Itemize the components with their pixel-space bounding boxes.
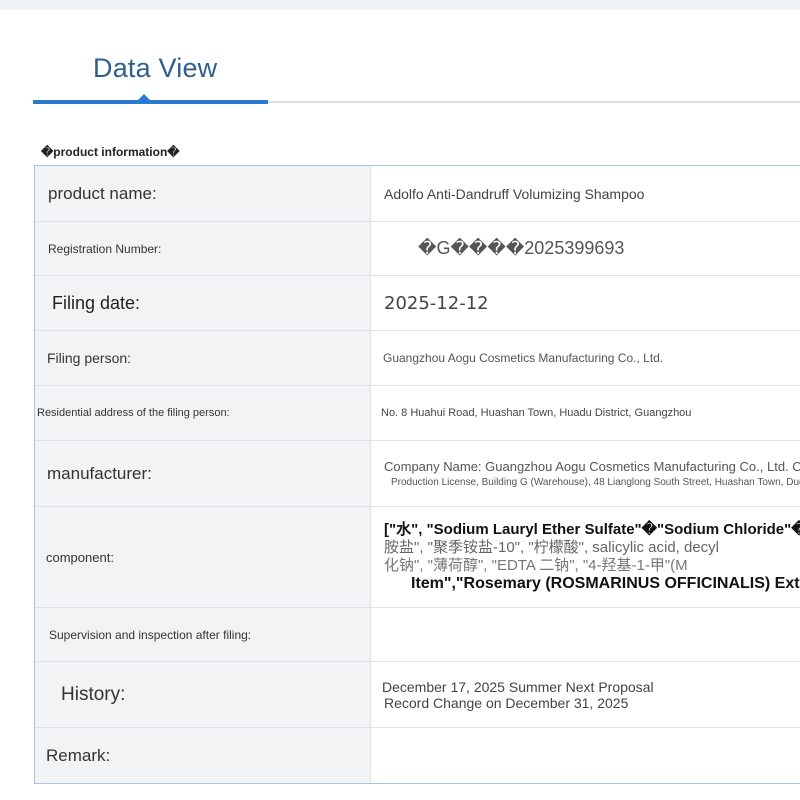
table-row-residential-address: Residential address of the filing person… [35, 386, 800, 441]
product-name-value: Adolfo Anti-Dandruff Volumizing Shampoo [384, 185, 645, 202]
product-name-label: product name: [35, 166, 371, 221]
table-row-filing-date: Filing date: 2025-12-12 [35, 276, 800, 331]
manufacturer-value: Company Name: Guangzhou Aogu Cosmetics M… [371, 441, 800, 506]
component-line-3: 化钠", "薄荷醇", "EDTA 二钠", "4-羟基-1-甲"(M [384, 557, 688, 574]
table-row-product-name: product name: Adolfo Anti-Dandruff Volum… [35, 166, 800, 222]
component-label: component: [35, 507, 371, 607]
tab-caret-icon [136, 94, 152, 102]
tab-data-view[interactable]: Data View [93, 53, 217, 84]
manufacturer-label: manufacturer: [35, 441, 371, 506]
component-value: ["水", "Sodium Lauryl Ether Sulfate"�"Sod… [371, 507, 800, 607]
section-title: �product information� [41, 145, 180, 159]
table-row-remark: Remark: [35, 728, 800, 783]
table-row-registration-number: Registration Number: �G����2025399693 [35, 222, 800, 276]
registration-number-label: Registration Number: [35, 222, 371, 275]
residential-address-value: No. 8 Huahui Road, Huashan Town, Huadu D… [381, 407, 692, 419]
remark-value [371, 728, 800, 783]
history-label: History: [35, 662, 371, 727]
component-line-4: Item","Rosemary (ROSMARINUS OFFICINALIS)… [411, 575, 800, 592]
remark-label: Remark: [35, 728, 371, 783]
supervision-label: Supervision and inspection after filing: [35, 608, 371, 661]
tab-bar: Data View [0, 10, 800, 110]
top-strip [0, 0, 800, 10]
component-line-1: ["水", "Sodium Lauryl Ether Sulfate"�"Sod… [384, 521, 800, 538]
table-row-manufacturer: manufacturer: Company Name: Guangzhou Ao… [35, 441, 800, 507]
manufacturer-value-line1: Company Name: Guangzhou Aogu Cosmetics M… [384, 459, 800, 474]
filing-date-value: 2025-12-12 [384, 292, 489, 314]
filing-date-label: Filing date: [35, 276, 371, 330]
product-info-table: product name: Adolfo Anti-Dandruff Volum… [34, 165, 800, 784]
supervision-value [371, 608, 800, 661]
table-row-history: History: December 17, 2025 Summer Next P… [35, 662, 800, 728]
residential-address-label: Residential address of the filing person… [35, 386, 371, 440]
history-value-line1: December 17, 2025 Summer Next Proposal [382, 678, 654, 695]
registration-number-value: �G����2025399693 [418, 238, 625, 258]
component-line-2: 胺盐", "聚季铵盐-10", "柠檬酸", salicylic acid, d… [384, 539, 720, 556]
table-row-component: component: ["水", "Sodium Lauryl Ether Su… [35, 507, 800, 608]
filing-person-label: Filing person: [35, 331, 371, 385]
history-value: December 17, 2025 Summer Next Proposal R… [371, 662, 800, 727]
history-value-line2: Record Change on December 31, 2025 [384, 694, 629, 711]
filing-person-value: Guangzhou Aogu Cosmetics Manufacturing C… [383, 351, 664, 365]
manufacturer-value-line2: Production License, Building G (Warehous… [391, 477, 800, 488]
table-row-filing-person: Filing person: Guangzhou Aogu Cosmetics … [35, 331, 800, 386]
table-row-supervision: Supervision and inspection after filing: [35, 608, 800, 662]
